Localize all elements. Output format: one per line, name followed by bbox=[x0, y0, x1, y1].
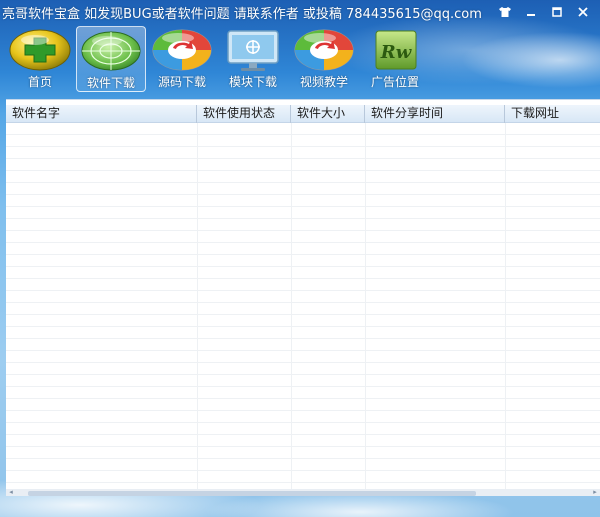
empty-table-row bbox=[6, 351, 600, 363]
close-button[interactable] bbox=[570, 2, 596, 22]
window-controls bbox=[492, 2, 596, 22]
empty-table-row bbox=[6, 255, 600, 267]
empty-table-row bbox=[6, 411, 600, 423]
empty-table-row bbox=[6, 375, 600, 387]
toolbar-module-download-label: 模块下载 bbox=[228, 75, 277, 89]
empty-table-row bbox=[6, 315, 600, 327]
minimize-icon bbox=[526, 7, 536, 17]
horizontal-scrollbar[interactable]: ◂ ▸ bbox=[6, 489, 600, 496]
empty-table-row bbox=[6, 207, 600, 219]
column-header-usage-status[interactable]: 软件使用状态 bbox=[197, 105, 291, 123]
toolbar-home-label: 首页 bbox=[27, 75, 52, 89]
title-bar[interactable]: 亮哥软件宝盒 如发现BUG或者软件问题 请联系作者 或投稿 784435615@… bbox=[0, 0, 600, 24]
list-rows bbox=[6, 123, 600, 492]
empty-table-row bbox=[6, 267, 600, 279]
skin-button[interactable] bbox=[492, 2, 518, 22]
toolbar-home-button[interactable]: 首页 bbox=[5, 26, 75, 92]
scroll-left-icon[interactable]: ◂ bbox=[6, 489, 16, 496]
column-divider bbox=[505, 123, 506, 492]
column-divider bbox=[291, 123, 292, 492]
empty-table-row bbox=[6, 423, 600, 435]
empty-table-row bbox=[6, 123, 600, 135]
list-header: 软件名字 软件使用状态 软件大小 软件分享时间 下载网址 bbox=[6, 105, 600, 123]
column-header-download-url[interactable]: 下载网址 bbox=[505, 105, 600, 123]
column-divider bbox=[365, 123, 366, 492]
svg-text:Rw: Rw bbox=[380, 42, 413, 63]
empty-table-row bbox=[6, 231, 600, 243]
empty-table-row bbox=[6, 327, 600, 339]
empty-table-row bbox=[6, 339, 600, 351]
empty-table-row bbox=[6, 399, 600, 411]
empty-table-row bbox=[6, 291, 600, 303]
toolbar-source-download-label: 源码下载 bbox=[157, 75, 206, 89]
home-plus-icon bbox=[9, 29, 71, 71]
empty-table-row bbox=[6, 387, 600, 399]
column-header-size[interactable]: 软件大小 bbox=[291, 105, 365, 123]
software-list[interactable]: 软件名字 软件使用状态 软件大小 软件分享时间 下载网址 bbox=[6, 99, 600, 492]
empty-table-row bbox=[6, 219, 600, 231]
refresh-color-icon bbox=[294, 29, 354, 71]
empty-table-row bbox=[6, 471, 600, 483]
toolbar-video-tutorial-label: 视频教学 bbox=[299, 75, 348, 89]
scrollbar-track[interactable] bbox=[18, 490, 588, 496]
window-title: 亮哥软件宝盒 如发现BUG或者软件问题 请联系作者 或投稿 784435615@… bbox=[2, 7, 482, 22]
empty-table-row bbox=[6, 459, 600, 471]
shirt-icon bbox=[499, 7, 511, 17]
radar-icon bbox=[81, 31, 141, 71]
scrollbar-thumb[interactable] bbox=[28, 491, 476, 496]
empty-table-row bbox=[6, 195, 600, 207]
maximize-icon bbox=[552, 7, 562, 17]
column-header-software-name[interactable]: 软件名字 bbox=[6, 105, 197, 123]
empty-table-row bbox=[6, 171, 600, 183]
empty-table-row bbox=[6, 363, 600, 375]
toolbar-source-download-button[interactable]: 源码下载 bbox=[147, 26, 217, 92]
empty-table-row bbox=[6, 447, 600, 459]
rw-logo-icon: Rw bbox=[375, 30, 417, 70]
column-header-share-time[interactable]: 软件分享时间 bbox=[365, 105, 505, 123]
toolbar-video-tutorial-button[interactable]: 视频教学 bbox=[289, 26, 359, 92]
main-toolbar: 首页 软件下载 源码下载 模块下载 视频教学 Rw 广告位置 bbox=[0, 26, 600, 94]
toolbar-software-download-button[interactable]: 软件下载 bbox=[76, 26, 146, 92]
toolbar-ad-position-label: 广告位置 bbox=[370, 75, 419, 89]
app-window: 亮哥软件宝盒 如发现BUG或者软件问题 请联系作者 或投稿 784435615@… bbox=[0, 0, 600, 517]
empty-table-row bbox=[6, 183, 600, 195]
monitor-icon bbox=[227, 30, 279, 71]
empty-table-row bbox=[6, 279, 600, 291]
maximize-button[interactable] bbox=[544, 2, 570, 22]
empty-table-row bbox=[6, 303, 600, 315]
column-divider bbox=[197, 123, 198, 492]
empty-table-row bbox=[6, 159, 600, 171]
scroll-right-icon[interactable]: ▸ bbox=[590, 489, 600, 496]
empty-table-row bbox=[6, 435, 600, 447]
toolbar-module-download-button[interactable]: 模块下载 bbox=[218, 26, 288, 92]
empty-table-row bbox=[6, 135, 600, 147]
empty-table-row bbox=[6, 147, 600, 159]
minimize-button[interactable] bbox=[518, 2, 544, 22]
refresh-color-icon bbox=[152, 29, 212, 71]
toolbar-ad-position-button[interactable]: Rw 广告位置 bbox=[360, 26, 430, 92]
close-icon bbox=[578, 7, 588, 17]
toolbar-software-download-label: 软件下载 bbox=[86, 76, 135, 90]
empty-table-row bbox=[6, 243, 600, 255]
